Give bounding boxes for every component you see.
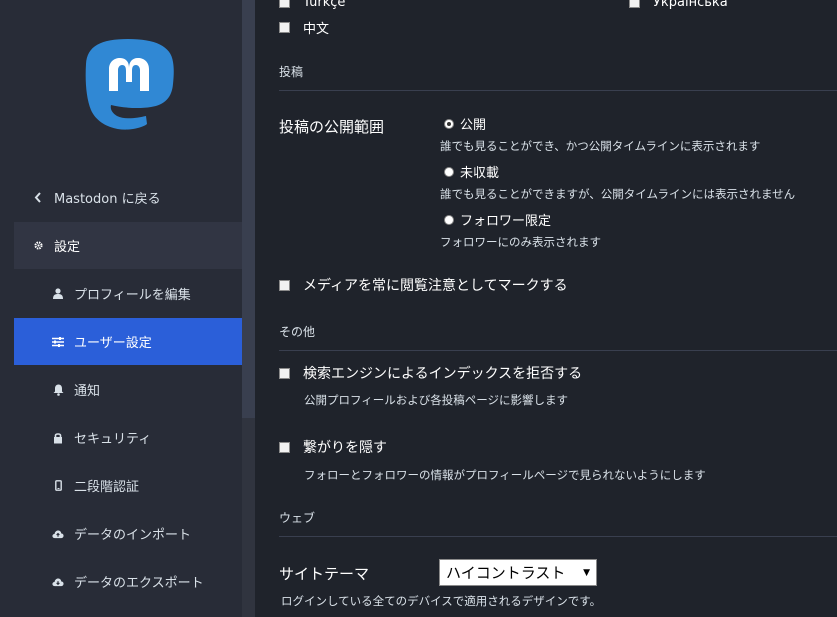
sidebar-item-label: データのインポート [74, 528, 192, 543]
sidebar-item-label: ユーザー設定 [74, 336, 152, 351]
hide-network-hint: フォローとフォロワーの情報がプロフィールページで見られないようにします [304, 468, 706, 482]
theme-selected-value: ハイコントラスト [446, 564, 566, 582]
hide-network-option[interactable]: 繋がりを隠す [279, 437, 387, 457]
sidebar-scrollbar-thumb[interactable] [242, 0, 255, 418]
noindex-hint: 公開プロフィールおよび各投稿ページに影響します [304, 393, 569, 407]
checkbox[interactable] [279, 22, 290, 33]
sidebar-group-settings[interactable]: 設定 [14, 222, 242, 269]
sidebar-item-notifications[interactable]: 通知 [14, 366, 242, 413]
cloud-download-icon [52, 576, 64, 588]
lock-icon [52, 432, 64, 444]
sidebar-item-security[interactable]: セキュリティ [14, 414, 242, 461]
mobile-icon [52, 480, 64, 492]
checkbox-label: 繋がりを隠す [303, 440, 387, 456]
media-sensitive-option[interactable]: メディアを常に閲覧注意としてマークする [279, 275, 568, 295]
theme-select[interactable]: ハイコントラスト ▼ [439, 559, 597, 586]
checkbox[interactable] [279, 367, 290, 379]
bell-icon [52, 384, 64, 396]
language-label: 中文 [303, 22, 330, 37]
gear-icon [32, 240, 44, 252]
noindex-option[interactable]: 検索エンジンによるインデックスを拒否する [279, 363, 582, 383]
cloud-upload-icon [52, 528, 64, 540]
sidebar-item-edit-profile[interactable]: プロフィールを編集 [14, 270, 242, 317]
checkbox[interactable] [279, 0, 290, 8]
sidebar-item-label: セキュリティ [74, 432, 152, 447]
radio-button[interactable] [444, 118, 454, 129]
privacy-option-followers[interactable]: フォロワー限定 [444, 210, 551, 229]
radio-button[interactable] [444, 214, 454, 225]
user-icon [52, 288, 64, 300]
checkbox[interactable] [629, 0, 640, 8]
radio-label: 未収載 [460, 166, 500, 181]
checkbox-label: 検索エンジンによるインデックスを拒否する [303, 366, 583, 382]
section-title-post: 投稿 [279, 63, 837, 91]
group-label: 設定 [54, 240, 81, 255]
language-option-turkish[interactable]: Türkçe [279, 0, 345, 10]
section-title-web: ウェブ [279, 509, 837, 537]
checkbox[interactable] [279, 441, 290, 453]
privacy-label: 投稿の公開範囲 [279, 118, 385, 136]
back-label: Mastodon に戻る [54, 191, 161, 207]
checkbox[interactable] [279, 279, 290, 291]
language-option-ukrainian[interactable]: Українська [629, 0, 728, 10]
privacy-hint-followers: フォロワーにのみ表示されます [440, 235, 601, 249]
theme-label: サイトテーマ [279, 565, 370, 583]
language-option-chinese[interactable]: 中文 [279, 18, 329, 37]
sidebar-item-label: プロフィールを編集 [74, 288, 191, 303]
mastodon-logo-icon[interactable] [81, 36, 176, 134]
sidebar-item-user-settings[interactable]: ユーザー設定 [14, 318, 242, 365]
privacy-option-public[interactable]: 公開 [444, 114, 486, 133]
radio-label: 公開 [460, 118, 487, 133]
theme-hint: ログインしている全てのデバイスで適用されるデザインです。 [281, 594, 602, 608]
sidebar-item-two-factor[interactable]: 二段階認証 [14, 462, 242, 509]
dropdown-arrow-icon: ▼ [583, 567, 590, 578]
privacy-option-unlisted[interactable]: 未収載 [444, 162, 499, 181]
radio-button[interactable] [444, 166, 454, 177]
radio-label: フォロワー限定 [460, 214, 552, 229]
privacy-hint-public: 誰でも見ることができ、かつ公開タイムラインに表示されます [440, 139, 761, 153]
language-label: Türkçe [303, 0, 346, 10]
checkbox-label: メディアを常に閲覧注意としてマークする [303, 278, 568, 294]
language-label: Українська [653, 0, 728, 10]
section-title-other: その他 [279, 323, 837, 351]
privacy-hint-unlisted: 誰でも見ることができますが、公開タイムラインには表示されません [440, 187, 796, 201]
back-to-mastodon-link[interactable]: Mastodon に戻る [14, 174, 242, 220]
sidebar-item-export[interactable]: データのエクスポート [14, 558, 242, 605]
chevron-left-icon [32, 191, 44, 203]
sidebar-item-label: データのエクスポート [74, 576, 204, 591]
sidebar-item-label: 通知 [74, 384, 101, 399]
sidebar-item-import[interactable]: データのインポート [14, 510, 242, 557]
sidebar-item-label: 二段階認証 [74, 480, 140, 495]
sliders-icon [52, 336, 64, 348]
